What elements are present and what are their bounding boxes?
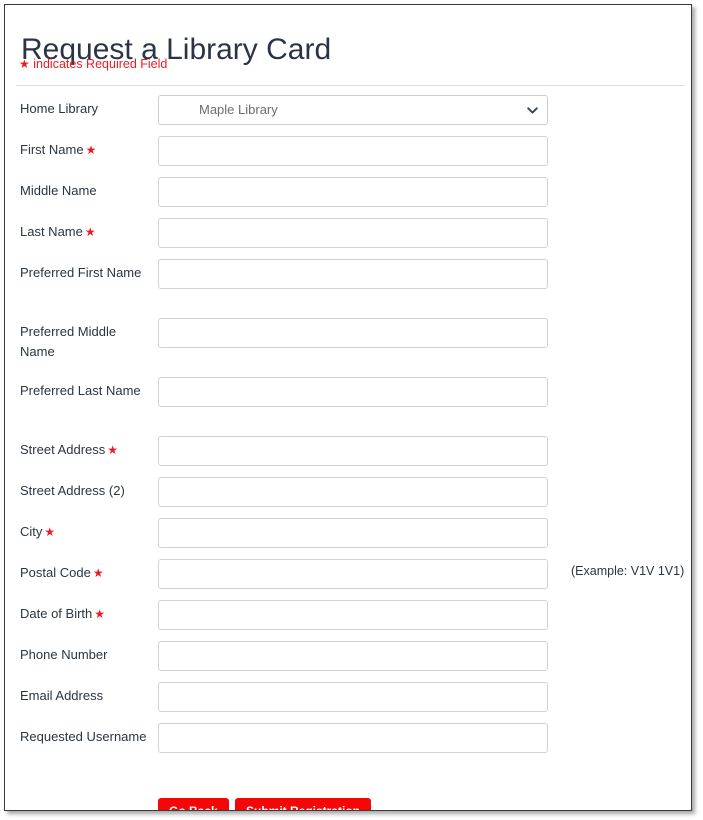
page-frame: Request a Library Card ★ indicates Requi… <box>4 4 692 811</box>
input-street-address[interactable] <box>158 436 548 466</box>
label-postal-code: Postal Code ★ <box>20 563 150 583</box>
input-first-name[interactable] <box>158 136 548 166</box>
go-back-button[interactable]: Go Back <box>158 798 229 810</box>
input-preferred-middle-name[interactable] <box>158 318 548 348</box>
form-row-preferred-last-name: Preferred Last Name <box>5 375 691 434</box>
label-text: City <box>20 524 43 539</box>
label-text: Last Name <box>20 224 83 239</box>
label-street-address: Street Address ★ <box>20 440 150 460</box>
label-phone-number: Phone Number <box>20 645 150 665</box>
label-first-name: First Name ★ <box>20 140 150 160</box>
label-text: Requested Username <box>20 729 147 744</box>
input-preferred-first-name[interactable] <box>158 259 548 289</box>
label-city: City ★ <box>20 522 150 542</box>
required-star-icon: ★ <box>44 525 56 539</box>
input-requested-username[interactable] <box>158 723 548 753</box>
library-card-form: Home Library Maple Library First Name ★ Midd… <box>5 93 691 810</box>
required-star-icon: ★ <box>92 566 104 580</box>
required-star-icon: ★ <box>94 607 106 621</box>
label-date-of-birth: Date of Birth ★ <box>20 604 150 624</box>
label-email-address: Email Address <box>20 686 150 706</box>
form-row-street-address-2: Street Address (2) <box>5 475 691 516</box>
required-star-icon: ★ <box>107 443 119 457</box>
input-date-of-birth[interactable] <box>158 600 548 630</box>
header-divider <box>16 85 684 86</box>
form-row-postal-code: Postal Code ★ (Example: V1V 1V1) <box>5 557 691 598</box>
input-last-name[interactable] <box>158 218 548 248</box>
label-text: Middle Name <box>20 183 97 198</box>
label-preferred-last-name: Preferred Last Name <box>20 381 150 401</box>
input-city[interactable] <box>158 518 548 548</box>
input-preferred-last-name[interactable] <box>158 377 548 407</box>
required-star-icon: ★ <box>19 57 30 71</box>
form-row-middle-name: Middle Name <box>5 175 691 216</box>
input-email-address[interactable] <box>158 682 548 712</box>
label-text: Email Address <box>20 688 104 703</box>
required-field-note: ★ indicates Required Field <box>19 57 167 71</box>
form-row-email-address: Email Address <box>5 680 691 721</box>
input-postal-code[interactable] <box>158 559 548 589</box>
form-row-requested-username: Requested Username <box>5 721 691 780</box>
form-row-last-name: Last Name ★ <box>5 216 691 257</box>
form-row-street-address: Street Address ★ <box>5 434 691 475</box>
select-home-library[interactable]: Maple Library <box>158 95 548 125</box>
label-preferred-first-name: Preferred First Name <box>20 263 150 283</box>
select-selected-value: Maple Library <box>199 102 278 117</box>
submit-registration-button[interactable]: Submit Registration <box>235 798 372 810</box>
input-street-address-2[interactable] <box>158 477 548 507</box>
form-row-date-of-birth: Date of Birth ★ <box>5 598 691 639</box>
label-home-library: Home Library <box>20 99 150 119</box>
label-text: Preferred First Name <box>20 265 142 280</box>
input-phone-number[interactable] <box>158 641 548 671</box>
label-text: Street Address (2) <box>20 483 125 498</box>
form-row-city: City ★ <box>5 516 691 557</box>
hint-postal-code: (Example: V1V 1V1) <box>571 564 685 578</box>
required-star-icon: ★ <box>85 143 97 157</box>
label-text: Date of Birth <box>20 606 93 621</box>
label-text: Street Address <box>20 442 106 457</box>
label-requested-username: Requested Username <box>20 727 150 747</box>
required-note-text: indicates Required Field <box>33 57 168 71</box>
label-street-address-2: Street Address (2) <box>20 481 150 501</box>
form-row-preferred-middle-name: Preferred Middle Name <box>5 316 691 375</box>
required-star-icon: ★ <box>84 225 96 239</box>
label-last-name: Last Name ★ <box>20 222 150 242</box>
label-text: First Name <box>20 142 84 157</box>
label-text: Preferred Last Name <box>20 383 141 398</box>
input-middle-name[interactable] <box>158 177 548 207</box>
label-text: Home Library <box>20 101 99 116</box>
label-preferred-middle-name: Preferred Middle Name <box>20 322 150 362</box>
form-row-home-library: Home Library Maple Library <box>5 93 691 134</box>
chevron-down-icon <box>527 105 538 116</box>
form-row-preferred-first-name: Preferred First Name <box>5 257 691 316</box>
label-text: Postal Code <box>20 565 91 580</box>
form-row-phone-number: Phone Number <box>5 639 691 680</box>
form-actions: Go Back Submit Registration <box>5 798 691 810</box>
label-middle-name: Middle Name <box>20 181 150 201</box>
form-row-first-name: First Name ★ <box>5 134 691 175</box>
label-text: Preferred Middle Name <box>20 324 117 359</box>
label-text: Phone Number <box>20 647 108 662</box>
